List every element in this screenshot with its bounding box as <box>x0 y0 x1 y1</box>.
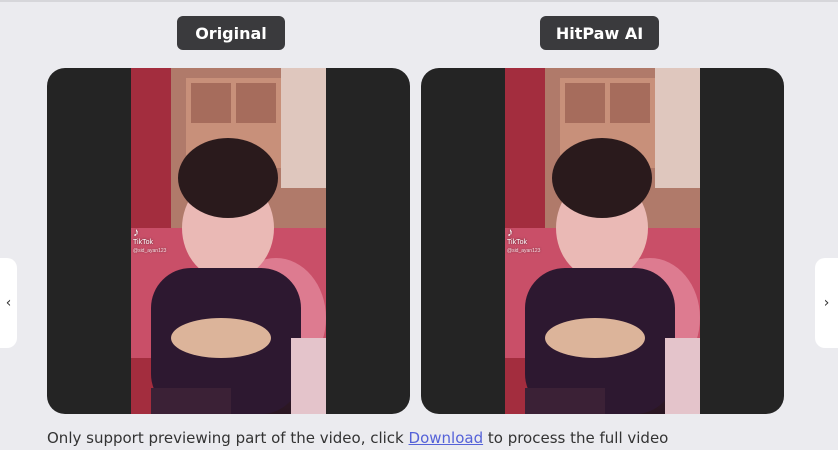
preview-note-suffix: to process the full video <box>487 429 669 447</box>
tiktok-brand-text: TikTok <box>133 239 153 246</box>
chevron-left-icon: ‹ <box>5 295 12 311</box>
tiktok-watermark: ♪ TikTok @sid_ayan123 <box>133 226 166 256</box>
original-video-panel[interactable]: ♪ TikTok @sid_ayan123 <box>47 68 410 414</box>
tiktok-handle-text: @sid_ayan123 <box>507 248 541 254</box>
download-link[interactable]: Download <box>409 429 484 447</box>
original-video-frame[interactable]: ♪ TikTok @sid_ayan123 <box>131 68 326 414</box>
hitpaw-ai-label: HitPaw AI <box>540 16 659 50</box>
original-label: Original <box>177 16 285 50</box>
top-divider <box>0 0 838 2</box>
hitpaw-video-panel[interactable]: ♪ TikTok @sid_ayan123 <box>421 68 784 414</box>
tiktok-brand-text: TikTok <box>507 239 527 246</box>
tiktok-logo-icon: ♪ <box>507 225 513 239</box>
preview-note-prefix: Only support previewing part of the vide… <box>47 429 404 447</box>
hitpaw-video-frame[interactable]: ♪ TikTok @sid_ayan123 <box>505 68 700 414</box>
chevron-right-icon: › <box>823 295 830 311</box>
preview-note: Only support previewing part of the vide… <box>47 429 668 447</box>
tiktok-watermark: ♪ TikTok @sid_ayan123 <box>507 226 540 256</box>
tiktok-handle-text: @sid_ayan123 <box>133 248 167 254</box>
tiktok-logo-icon: ♪ <box>133 225 139 239</box>
next-button[interactable]: › <box>815 258 838 348</box>
previous-button[interactable]: ‹ <box>0 258 17 348</box>
